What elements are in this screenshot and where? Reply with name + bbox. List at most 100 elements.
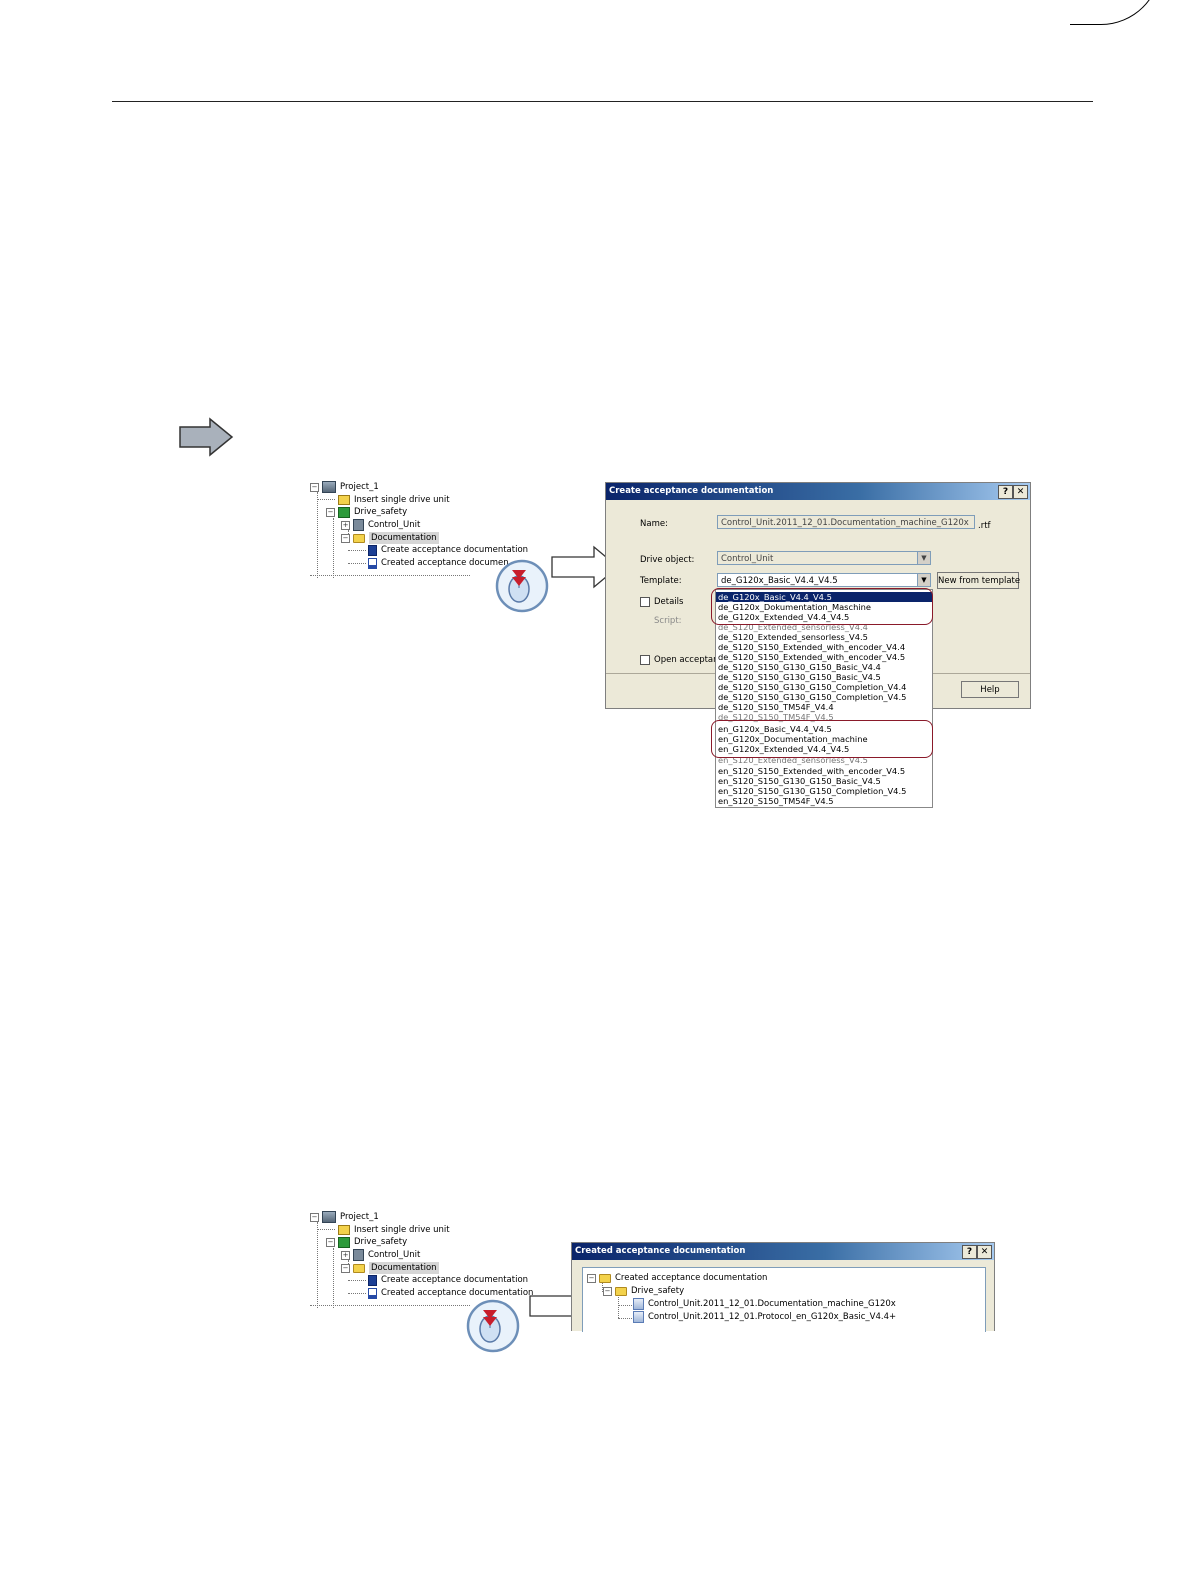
collapse-icon[interactable]: −	[326, 507, 335, 517]
highlight-ring-de	[711, 588, 933, 625]
tree-item-insert-drive[interactable]: Insert single drive unit	[338, 494, 450, 506]
created-document-icon	[368, 557, 377, 569]
drive-unit-icon	[338, 1236, 350, 1248]
help-button[interactable]: Help	[961, 681, 1019, 698]
tree-item-documentation[interactable]: − Documentation	[341, 532, 439, 544]
list-item[interactable]: de_S120_S150_Extended_with_encoder_V4.4	[718, 642, 905, 652]
drive-object-value: Control_Unit	[721, 554, 774, 564]
tree-item-drive-safety[interactable]: − Drive_safety	[326, 1236, 407, 1248]
help-title-button[interactable]: ?	[962, 1245, 977, 1259]
step-arrow-icon	[179, 417, 234, 457]
list-item[interactable]: de_S120_S150_Extended_with_encoder_V4.5	[718, 652, 905, 662]
highlight-ring-en	[711, 720, 933, 758]
tree-label: Control_Unit	[368, 1250, 421, 1260]
create-document-icon	[368, 544, 377, 556]
mouse-double-click-icon	[495, 559, 549, 613]
list-item[interactable]: de_S120_Extended_sensorless_V4.5	[718, 632, 868, 642]
tree-item-create-doc[interactable]: Create acceptance documentation	[368, 1274, 528, 1286]
tree-label: Control_Unit	[368, 520, 421, 530]
tree-item-created-doc[interactable]: Created acceptance documen	[368, 557, 509, 569]
tree-item-drive-safety[interactable]: − Drive_safety	[326, 506, 407, 518]
details-checkbox[interactable]	[640, 597, 650, 607]
created-document-icon	[368, 1287, 377, 1299]
collapse-icon[interactable]: −	[310, 482, 319, 492]
list-item[interactable]: de_S120_S150_G130_G150_Basic_V4.4	[718, 662, 881, 672]
tree-label: Created acceptance documen	[381, 558, 509, 568]
help-title-button[interactable]: ?	[998, 485, 1013, 499]
tree-label: Created acceptance documentation	[615, 1273, 768, 1283]
tree-label: Drive_safety	[631, 1286, 685, 1296]
drive-unit-icon	[338, 506, 350, 518]
tree-label: Insert single drive unit	[354, 1225, 450, 1235]
dialog-title-bar: Created acceptance documentation	[572, 1243, 994, 1260]
collapse-icon[interactable]: −	[587, 1273, 596, 1283]
open-checkbox[interactable]	[640, 655, 650, 665]
name-label: Name:	[640, 519, 668, 529]
list-item[interactable]: de_S120_S150_G130_G150_Completion_V4.5	[718, 692, 906, 702]
close-button[interactable]: ✕	[1013, 485, 1028, 499]
project-icon	[322, 481, 336, 493]
folder-icon	[615, 1286, 627, 1296]
collapse-icon[interactable]: −	[310, 1212, 319, 1222]
list-item[interactable]: de_S120_S150_G130_G150_Completion_V4.4	[718, 682, 906, 692]
header-rule	[112, 101, 1093, 102]
tree-item-project[interactable]: − Project_1	[310, 481, 379, 493]
list-item[interactable]: Control_Unit.2011_12_01.Documentation_ma…	[633, 1298, 896, 1310]
create-document-icon	[368, 1274, 377, 1286]
list-item[interactable]: en_S120_S150_Extended_with_encoder_V4.5	[718, 766, 905, 776]
tree-item-create-doc[interactable]: Create acceptance documentation	[368, 544, 528, 556]
dialog-title: Created acceptance documentation	[575, 1246, 746, 1256]
list-item[interactable]: en_S120_S150_G130_G150_Basic_V4.5	[718, 776, 881, 786]
tree-item-created-root[interactable]: − Created acceptance documentation	[587, 1272, 767, 1284]
template-value: de_G120x_Basic_V4.4_V4.5	[721, 576, 838, 586]
tree-label: Insert single drive unit	[354, 495, 450, 505]
tree-item-insert-drive[interactable]: Insert single drive unit	[338, 1224, 450, 1236]
created-acceptance-dialog: Created acceptance documentation ? ✕ − C…	[571, 1242, 995, 1332]
tree-label: Project_1	[340, 1212, 379, 1222]
template-select[interactable]: de_G120x_Basic_V4.4_V4.5 ▼	[717, 573, 931, 587]
page-corner-mark	[1070, 0, 1161, 25]
tree-label: Documentation	[369, 532, 439, 544]
project-tree-2: − Project_1 Insert single drive unit − D…	[310, 1210, 540, 1310]
tree-item-documentation[interactable]: − Documentation	[341, 1262, 439, 1274]
control-unit-icon	[353, 1249, 364, 1261]
control-unit-icon	[353, 519, 364, 531]
folder-icon	[353, 1263, 365, 1273]
name-field[interactable]: Control_Unit.2011_12_01.Documentation_ma…	[717, 515, 975, 529]
tree-item-control-unit[interactable]: + Control_Unit	[341, 1249, 420, 1261]
tree-item-control-unit[interactable]: + Control_Unit	[341, 519, 420, 531]
project-icon	[322, 1211, 336, 1223]
expand-icon[interactable]: +	[341, 520, 350, 530]
list-item[interactable]: en_S120_S150_G130_G150_Completion_V4.5	[718, 786, 906, 796]
insert-drive-icon	[338, 495, 350, 505]
tree-label: Documentation	[369, 1262, 439, 1274]
chevron-down-icon[interactable]: ▼	[917, 574, 930, 586]
expand-icon[interactable]: +	[341, 1250, 350, 1260]
chevron-down-icon[interactable]: ▼	[917, 552, 930, 564]
collapse-icon[interactable]: −	[341, 533, 350, 543]
list-item[interactable]: en_S120_S150_TM54F_V4.5	[718, 796, 834, 806]
list-item[interactable]: de_S120_S150_TM54F_V4.4	[718, 702, 834, 712]
script-label: Script:	[654, 616, 682, 626]
tree-label: Create acceptance documentation	[381, 545, 529, 555]
dialog-title-bar: Create acceptance documentation	[606, 483, 1030, 500]
tree-label: Drive_safety	[354, 1237, 408, 1247]
collapse-icon[interactable]: −	[326, 1237, 335, 1247]
collapse-icon[interactable]: −	[341, 1263, 350, 1273]
new-from-template-button[interactable]: New from template	[937, 572, 1020, 589]
list-item[interactable]: Control_Unit.2011_12_01.Protocol_en_G120…	[633, 1311, 896, 1323]
dialog-title: Create acceptance documentation	[609, 486, 774, 496]
drive-object-label: Drive object:	[640, 555, 695, 565]
mouse-double-click-icon	[466, 1299, 520, 1353]
list-item[interactable]: de_S120_S150_G130_G150_Basic_V4.5	[718, 672, 881, 682]
document-tree-panel: − Created acceptance documentation − Dri…	[582, 1267, 986, 1332]
tree-item-drive-folder[interactable]: − Drive_safety	[603, 1285, 684, 1297]
close-button[interactable]: ✕	[977, 1245, 992, 1259]
file-name: Control_Unit.2011_12_01.Documentation_ma…	[648, 1299, 896, 1309]
tree-label: Project_1	[340, 482, 379, 492]
drive-object-select[interactable]: Control_Unit ▼	[717, 551, 931, 565]
tree-item-project[interactable]: − Project_1	[310, 1211, 379, 1223]
details-label: Details	[654, 597, 684, 607]
collapse-icon[interactable]: −	[603, 1286, 612, 1296]
document-file-icon	[633, 1298, 644, 1310]
